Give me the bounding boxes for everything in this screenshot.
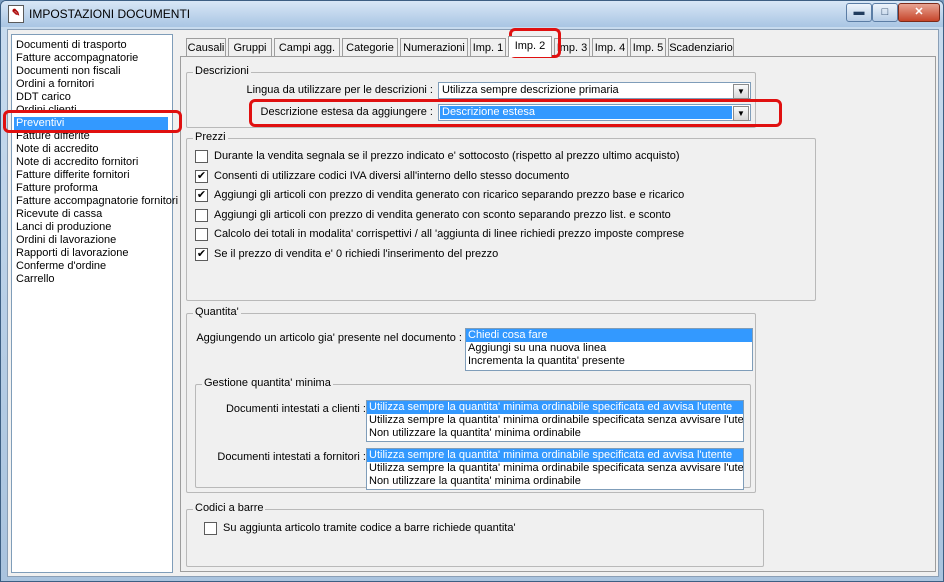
doc-type-item[interactable]: Conferme d'ordine (16, 260, 106, 273)
listbox-option[interactable]: Utilizza sempre la quantita' minima ordi… (367, 401, 743, 414)
doc-type-item[interactable]: DDT carico (16, 91, 71, 104)
listbox-option[interactable]: Utilizza sempre la quantita' minima ordi… (367, 414, 743, 427)
minimize-button[interactable]: ▬ (846, 3, 872, 22)
listbox-option[interactable]: Chiedi cosa fare (466, 329, 752, 342)
prezzi-option-label: Durante la vendita segnala se il prezzo … (214, 150, 680, 162)
prezzi-option-label: Calcolo dei totali in modalita' corrispe… (214, 228, 685, 241)
title-bar[interactable]: ✎ IMPOSTAZIONI DOCUMENTI ▬ □ ✕ (1, 1, 943, 27)
clienti-label: Documenti intestati a clienti : (225, 403, 366, 415)
estesa-value: Descrizione estesa (440, 106, 732, 119)
fornitori-listbox[interactable]: Utilizza sempre la quantita' minima ordi… (366, 448, 744, 490)
tab-causali[interactable]: Causali (186, 38, 226, 56)
prezzi-checkbox[interactable]: ✔ (195, 248, 208, 261)
lingua-select[interactable]: Utilizza sempre descrizione primaria ▼ (438, 82, 751, 99)
group-prezzi: Prezzi Durante la vendita segnala se il … (186, 131, 816, 301)
doc-type-item[interactable]: Ordini a fornitori (16, 78, 94, 91)
doc-type-item[interactable]: Fatture differite fornitori (16, 169, 130, 182)
doc-type-item[interactable]: Rapporti di lavorazione (16, 247, 129, 260)
doc-type-item[interactable]: Ordini clienti (16, 104, 77, 117)
lingua-label: Lingua da utilizzare per le descrizioni … (246, 84, 434, 96)
document-types-list[interactable]: Documenti di trasporto Fatture accompagna… (11, 34, 178, 573)
doc-type-item[interactable]: Preventivi (14, 117, 168, 130)
lingua-value: Utilizza sempre descrizione primaria (442, 84, 619, 96)
doc-type-item[interactable]: Fatture accompagnatorie fornitori (16, 195, 178, 208)
doc-type-item[interactable]: Note di accredito fornitori (16, 156, 138, 169)
group-quantita-minima-legend: Gestione quantita' minima (202, 377, 333, 389)
listbox-option[interactable]: Incrementa la quantita' presente (466, 355, 752, 368)
tab-imp-5[interactable]: Imp. 5 (630, 38, 666, 56)
prezzi-option-label: Se il prezzo di vendita e' 0 richiedi l'… (214, 248, 499, 260)
doc-type-item[interactable]: Fatture accompagnatorie (16, 52, 138, 65)
tab-gruppi[interactable]: Gruppi (228, 38, 272, 56)
listbox-option[interactable]: Utilizza sempre la quantita' minima ordi… (367, 462, 743, 475)
prezzi-checkbox[interactable] (195, 228, 208, 242)
group-codici-barre-legend: Codici a barre (193, 502, 266, 514)
estesa-label: Descrizione estesa da aggiungere : (260, 106, 433, 118)
prezzi-checkbox[interactable] (195, 208, 208, 222)
clienti-listbox[interactable]: Utilizza sempre la quantita' minima ordi… (366, 400, 744, 442)
prezzi-checkbox[interactable] (195, 150, 208, 163)
tab-panel-imp2: Descrizioni Lingua da utilizzare per le … (180, 56, 936, 572)
prezzi-checkbox[interactable]: ✔ (195, 189, 208, 203)
maximize-button[interactable]: □ (872, 3, 898, 22)
estesa-select[interactable]: Descrizione estesa ▼ (438, 104, 751, 121)
barcode-qty-label: Su aggiunta articolo tramite codice a ba… (223, 522, 516, 534)
doc-type-item[interactable]: Note di accredito (16, 143, 99, 156)
doc-type-item[interactable]: Documenti non fiscali (16, 65, 121, 78)
window-title: IMPOSTAZIONI DOCUMENTI (29, 7, 191, 21)
tab-imp-4[interactable]: Imp. 4 (592, 38, 628, 56)
doc-type-item[interactable]: Lanci di produzione (16, 221, 111, 234)
window-client: Documenti di trasporto Fatture accompagna… (7, 29, 939, 577)
prezzi-option-label: Consenti di utilizzare codici IVA divers… (214, 169, 570, 182)
tab-imp-3[interactable]: Imp. 3 (554, 38, 590, 56)
group-quantita-legend: Quantita' (193, 306, 241, 318)
tab-categorie[interactable]: Categorie (342, 38, 398, 56)
settings-window: ✎ IMPOSTAZIONI DOCUMENTI ▬ □ ✕ Documenti… (0, 0, 944, 582)
doc-type-item[interactable]: Fatture differite (16, 130, 90, 143)
document-icon: ✎ (8, 5, 24, 23)
chevron-down-icon[interactable]: ▼ (733, 106, 749, 121)
doc-type-item[interactable]: Documenti di trasporto (16, 39, 127, 52)
group-descrizioni-legend: Descrizioni (193, 65, 251, 77)
prezzi-option-label: Aggiungi gli articoli con prezzo di vend… (214, 189, 685, 202)
tab-scadenziario[interactable]: Scadenziario (668, 38, 734, 56)
tab-numerazioni[interactable]: Numerazioni (400, 38, 468, 56)
doc-type-item[interactable]: Fatture proforma (16, 182, 98, 195)
doc-type-item[interactable]: Carrello (16, 273, 55, 286)
listbox-option[interactable]: Aggiungi su una nuova linea (466, 342, 752, 355)
fornitori-label: Documenti intestati a fornitori : (217, 451, 366, 463)
presente-listbox[interactable]: Chiedi cosa fare Aggiungi su una nuova li… (465, 328, 753, 371)
close-button[interactable]: ✕ (898, 3, 940, 22)
barcode-qty-checkbox[interactable] (204, 522, 217, 535)
listbox-option[interactable]: Non utilizzare la quantita' minima ordin… (367, 427, 743, 440)
listbox-option[interactable]: Non utilizzare la quantita' minima ordin… (367, 475, 743, 488)
prezzi-option-label: Aggiungi gli articoli con prezzo di vend… (214, 208, 671, 221)
group-descrizioni: Descrizioni Lingua da utilizzare per le … (186, 65, 756, 128)
chevron-down-icon[interactable]: ▼ (733, 84, 749, 99)
presente-label: Aggiungendo un articolo gia' presente ne… (196, 332, 462, 344)
tab-imp-1[interactable]: Imp. 1 (470, 38, 506, 56)
listbox-option[interactable]: Utilizza sempre la quantita' minima ordi… (367, 449, 743, 462)
group-prezzi-legend: Prezzi (193, 131, 228, 143)
tab-imp-2[interactable]: Imp. 2 (508, 36, 552, 57)
doc-type-item[interactable]: Ricevute di cassa (16, 208, 102, 221)
prezzi-checkbox[interactable]: ✔ (195, 169, 208, 183)
group-quantita-minima: Gestione quantita' minima Documenti inte… (195, 377, 751, 490)
group-quantita: Quantita' Aggiungendo un articolo gia' p… (186, 306, 756, 493)
doc-type-item[interactable]: Ordini di lavorazione (16, 234, 116, 247)
tab-campi-agg[interactable]: Campi agg. (274, 38, 340, 56)
group-codici-barre: Codici a barre Su aggiunta articolo tram… (186, 502, 764, 567)
